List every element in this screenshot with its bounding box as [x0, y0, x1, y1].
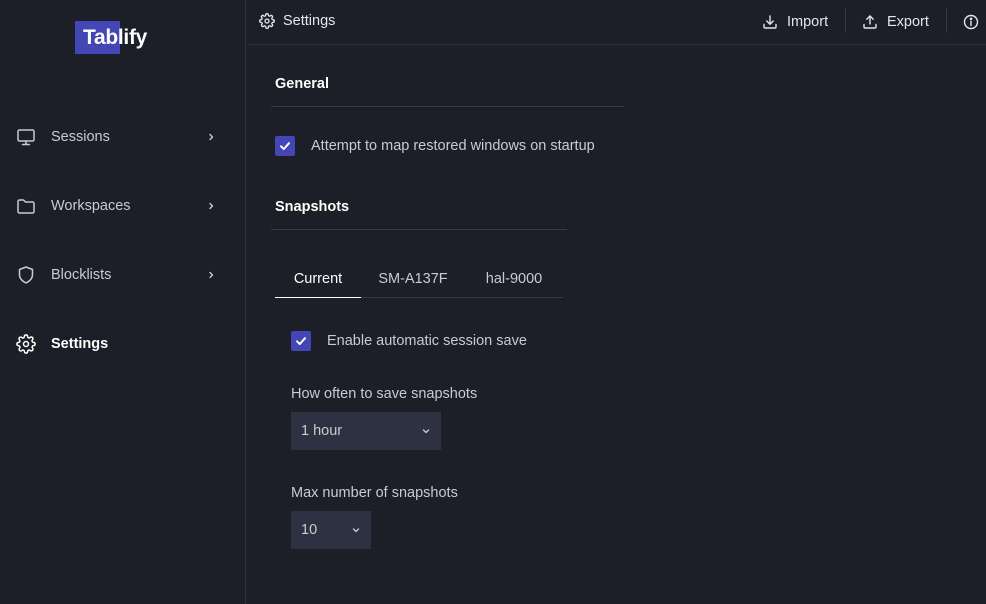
sidebar-item-label: Settings — [51, 336, 109, 352]
chevron-right-icon — [209, 271, 214, 279]
toolbar-divider — [845, 9, 846, 33]
max-snapshots-select[interactable]: 10 — [291, 511, 371, 549]
page-title: Settings — [283, 13, 336, 29]
sidebar-item-label: Blocklists — [51, 267, 112, 283]
tab-sm-a137f[interactable]: SM-A137F — [361, 260, 465, 298]
chevron-down-icon — [422, 429, 430, 434]
app-logo[interactable]: Tablify — [75, 21, 147, 54]
sidebar: Tablify Sessions Workspaces Blocklists S… — [0, 0, 246, 604]
frequency-value: 1 hour — [301, 423, 343, 439]
map-windows-label: Attempt to map restored windows on start… — [311, 138, 595, 154]
check-icon — [296, 337, 306, 345]
snapshots-divider — [271, 229, 567, 230]
toolbar-divider — [946, 9, 947, 33]
active-tab-indicator — [275, 297, 361, 298]
monitor-icon — [17, 129, 35, 146]
gear-icon — [16, 334, 36, 354]
header: Settings Import Export — [247, 0, 986, 45]
sidebar-item-sessions[interactable]: Sessions — [0, 117, 246, 157]
general-divider — [271, 106, 624, 107]
sidebar-item-blocklists[interactable]: Blocklists — [0, 255, 246, 295]
tab-current[interactable]: Current — [275, 260, 361, 298]
import-button[interactable]: Import — [762, 0, 828, 44]
export-button[interactable]: Export — [862, 0, 929, 44]
info-icon — [963, 14, 979, 30]
tab-hal-9000[interactable]: hal-9000 — [465, 260, 563, 298]
max-snapshots-label: Max number of snapshots — [291, 485, 458, 501]
folder-icon — [17, 199, 35, 214]
sidebar-item-settings[interactable]: Settings — [0, 324, 246, 364]
frequency-label: How often to save snapshots — [291, 386, 478, 402]
app-logo-text: Tablify — [83, 25, 148, 49]
map-windows-checkbox[interactable] — [275, 136, 295, 156]
sidebar-item-workspaces[interactable]: Workspaces — [0, 186, 246, 226]
sidebar-item-label: Sessions — [51, 129, 110, 145]
check-icon — [280, 142, 290, 150]
gear-icon — [259, 13, 275, 29]
auto-save-checkbox[interactable] — [291, 331, 311, 351]
chevron-right-icon — [209, 202, 214, 210]
chevron-down-icon — [352, 528, 360, 533]
general-heading: General — [275, 76, 329, 92]
snapshots-heading: Snapshots — [275, 199, 350, 215]
frequency-select[interactable]: 1 hour — [291, 412, 441, 450]
chevron-right-icon — [209, 133, 214, 141]
info-button[interactable] — [963, 0, 979, 44]
shield-icon — [18, 266, 34, 284]
sidebar-item-label: Workspaces — [51, 198, 131, 214]
upload-icon — [863, 15, 877, 29]
auto-save-label: Enable automatic session save — [327, 333, 527, 349]
download-icon — [763, 15, 777, 29]
max-snapshots-value: 10 — [301, 522, 318, 538]
